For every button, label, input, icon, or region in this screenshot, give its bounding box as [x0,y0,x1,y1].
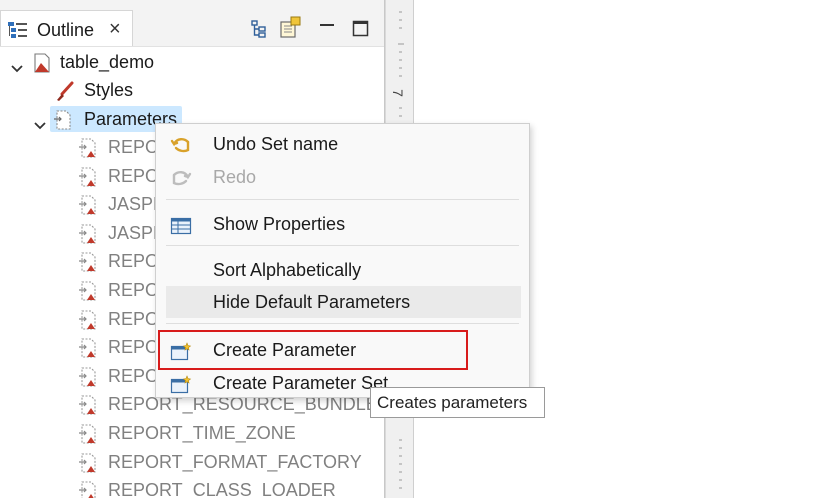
tree-item-label: REPORT_TIME_ZONE [108,423,296,443]
menu-item-undo[interactable]: Undo Set name [166,128,521,160]
menu-item-sort-alphabetically[interactable]: Sort Alphabetically [166,254,521,286]
menu-item-label: Redo [213,167,257,187]
parameter-icon [78,167,98,187]
tree-item-label: Styles [84,80,134,100]
tree-root-row[interactable]: table_demo [0,49,384,75]
tree-item-parameter[interactable]: REPORT_FORMAT_FACTORY [0,449,384,475]
menu-separator [166,199,519,200]
menu-item-label: Create Parameter Set [213,373,389,393]
menu-item-label: Hide Default Parameters [213,292,411,312]
parameter-icon [78,310,98,330]
properties-icon [170,214,192,235]
tree-item-parameter[interactable]: REPORT_TIME_ZONE [0,420,384,446]
parameters-icon [53,110,73,130]
outline-tab-label: Outline [37,20,95,40]
chevron-down-icon[interactable] [10,56,24,73]
menu-item-label: Sort Alphabetically [213,260,362,280]
menu-item-label: Show Properties [213,214,346,234]
parameter-icon [78,424,98,444]
tooltip: Creates parameters [370,387,545,418]
menu-separator [166,245,519,246]
redo-icon [170,167,192,187]
create-parameter-icon [170,340,192,361]
context-menu: Undo Set name Redo Show Properties Sort … [155,123,530,398]
maximize-icon[interactable] [350,18,372,40]
tree-item-parameter[interactable]: REPORT_CLASS_LOADER [0,477,384,498]
minimize-icon[interactable] [316,18,338,40]
brush-icon [54,81,74,101]
outline-icon [7,20,29,45]
parameter-icon [78,195,98,215]
outline-tab[interactable]: Outline × [0,10,133,46]
parameter-icon [78,338,98,358]
close-icon[interactable]: × [109,19,121,39]
menu-item-label: Undo Set name [213,134,339,154]
parameter-icon [78,395,98,415]
parameter-icon [78,481,98,498]
menu-item-show-properties[interactable]: Show Properties [166,208,521,240]
tree-item-label: REPORT_CLASS_LOADER [108,480,336,498]
create-parameter-set-icon [170,373,192,394]
menu-item-create-parameter[interactable]: Create Parameter [166,334,521,366]
parameter-icon [78,138,98,158]
menu-item-redo[interactable]: Redo [166,161,521,193]
tree-item-styles[interactable]: Styles [0,77,384,103]
tree-item-label: REPORT_FORMAT_FACTORY [108,452,362,472]
tree-root-label: table_demo [60,52,155,72]
menu-separator [166,323,519,324]
report-icon [32,53,52,73]
chevron-down-icon[interactable] [33,113,47,130]
filter-icon[interactable] [278,14,301,38]
parameter-icon [78,252,98,272]
ruler-mark: 7 [389,89,406,97]
undo-icon [170,134,192,154]
parameter-icon [78,224,98,244]
parameter-icon [78,367,98,387]
tree-layout-icon[interactable] [248,18,270,40]
menu-item-label: Create Parameter [213,340,357,360]
menu-item-hide-default-parameters[interactable]: Hide Default Parameters [166,286,521,318]
parameter-icon [78,281,98,301]
parameter-icon [78,453,98,473]
view-tab-bar: Outline × [0,0,384,47]
